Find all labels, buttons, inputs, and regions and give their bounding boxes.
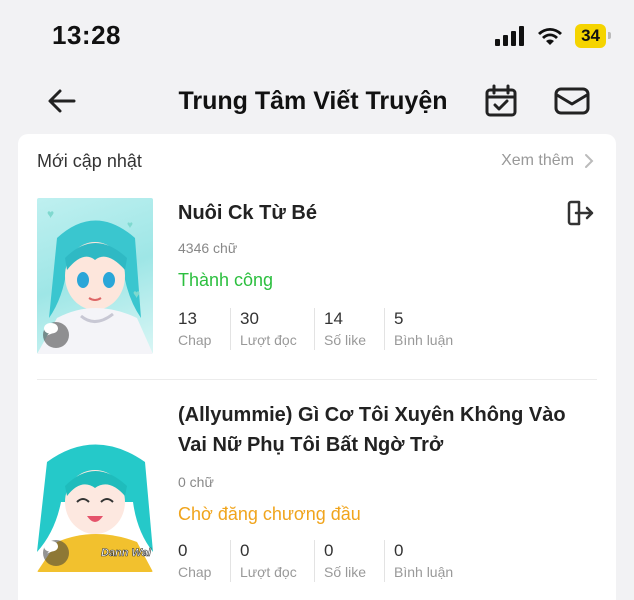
word-count: 0 chữ [178, 474, 214, 490]
stat-label: Số like [324, 564, 367, 580]
mail-icon[interactable] [554, 83, 590, 119]
story-title[interactable]: Nuôi Ck Từ Bé [178, 198, 317, 228]
calendar-check-icon[interactable] [483, 83, 519, 119]
stat-label: Bình luận [394, 332, 454, 348]
svg-text:♥: ♥ [127, 220, 133, 231]
story-cover-image[interactable]: ♥ ♥ ♥ [37, 198, 153, 354]
stat-label: Chap [178, 332, 212, 348]
stat-label: Lượt đọc [240, 564, 297, 580]
chat-bubble-icon [43, 540, 69, 566]
cover-watermark: Dann Wal [101, 547, 152, 559]
story-stats: 13 Chap 30 Lượt đọc 14 Số like 5 Bình lu… [178, 308, 474, 350]
stat-likes: 14 Số like [314, 308, 384, 350]
status-icons: 34 [495, 24, 611, 48]
wifi-icon [538, 28, 563, 45]
story-stats: 0 Chap 0 Lượt đọc 0 Số like 0 Bình luận [178, 540, 474, 582]
stat-value: 13 [178, 309, 197, 328]
stat-value: 14 [324, 309, 343, 328]
app-header: Trung Tâm Viết Truyện [0, 68, 634, 134]
battery-indicator: 34 [575, 24, 611, 48]
stat-chap: 13 Chap [178, 308, 230, 350]
stat-label: Số like [324, 332, 367, 348]
story-cover-image[interactable]: Dann Wal [37, 432, 153, 572]
story-title[interactable]: (Allyummie) Gì Cơ Tôi Xuyên Không Vào Va… [178, 400, 568, 460]
stat-reads: 0 Lượt đọc [230, 540, 314, 582]
see-more-label: Xem thêm [501, 152, 574, 169]
story-status: Chờ đăng chương đầu [178, 504, 361, 524]
status-time: 13:28 [52, 20, 121, 50]
stat-label: Lượt đọc [240, 332, 297, 348]
stat-comments: 0 Bình luận [384, 540, 474, 582]
stat-value: 0 [394, 541, 404, 560]
stat-likes: 0 Số like [314, 540, 384, 582]
stat-label: Bình luận [394, 564, 454, 580]
story-status: Thành công [178, 270, 274, 290]
word-count: 4346 chữ [178, 240, 238, 256]
stat-chap: 0 Chap [178, 540, 230, 582]
stat-value: 30 [240, 309, 259, 328]
chevron-right-icon [585, 154, 594, 168]
chat-bubble-icon [43, 322, 69, 348]
section-title: Mới cập nhật [37, 151, 142, 171]
stat-reads: 30 Lượt đọc [230, 308, 314, 350]
stat-value: 0 [240, 541, 250, 560]
divider [37, 379, 597, 380]
exit-icon[interactable] [565, 198, 595, 228]
see-more-link[interactable]: Xem thêm [501, 152, 594, 170]
stat-comments: 5 Bình luận [384, 308, 474, 350]
stat-value: 5 [394, 309, 404, 328]
updates-card: Mới cập nhật Xem thêm ♥ ♥ ♥ Nuôi Ck Từ B… [18, 134, 616, 600]
svg-text:♥: ♥ [133, 287, 140, 301]
svg-text:♥: ♥ [47, 207, 54, 221]
stat-label: Chap [178, 564, 212, 580]
status-bar: 13:28 34 [0, 0, 634, 68]
stat-value: 0 [178, 541, 188, 560]
signal-icon [495, 26, 525, 46]
page-title: Trung Tâm Viết Truyện [178, 87, 448, 115]
stat-value: 0 [324, 541, 334, 560]
